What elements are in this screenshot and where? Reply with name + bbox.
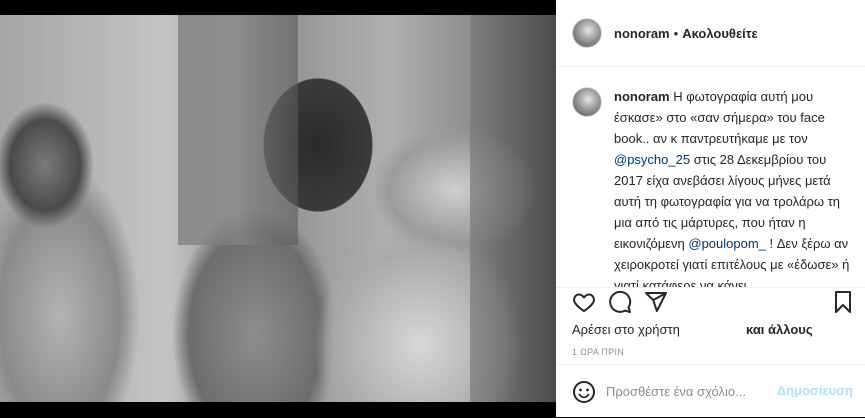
post-comment-button[interactable]: Δημοσίευση bbox=[777, 383, 853, 398]
following-button[interactable]: Ακολουθείτε bbox=[682, 26, 758, 41]
caption-avatar[interactable] bbox=[572, 87, 602, 117]
avatar[interactable] bbox=[572, 18, 602, 48]
photo-background-door bbox=[178, 15, 298, 245]
comment-icon[interactable] bbox=[608, 290, 632, 314]
share-icon[interactable] bbox=[644, 290, 668, 314]
emoji-icon[interactable] bbox=[572, 380, 596, 404]
caption-text: nonoram Η φωτογραφία αυτή μου έσκασε» στ… bbox=[614, 86, 850, 287]
mention-link[interactable]: @psycho_25 bbox=[614, 152, 690, 167]
post-header: nonoram • Ακολουθείτε bbox=[556, 0, 865, 67]
likes-others[interactable]: και άλλους bbox=[746, 322, 813, 337]
photo-bottom-bar bbox=[0, 402, 556, 417]
comment-input[interactable] bbox=[606, 381, 786, 401]
caption-area: nonoram Η φωτογραφία αυτή μου έσκασε» στ… bbox=[556, 67, 865, 287]
likes-prefix[interactable]: Αρέσει στο χρήστη bbox=[572, 322, 680, 337]
likes-line: Αρέσει στο χρήστη και άλλους bbox=[572, 322, 852, 337]
action-bar bbox=[556, 288, 865, 318]
post-photo[interactable] bbox=[0, 15, 556, 402]
caption-username[interactable]: nonoram bbox=[614, 89, 670, 104]
photo-background-right bbox=[470, 15, 556, 402]
comment-bar: Δημοσίευση bbox=[556, 364, 865, 418]
bookmark-icon[interactable] bbox=[831, 290, 855, 314]
photo-pane bbox=[0, 0, 556, 417]
mention-link[interactable]: @poulopom_ bbox=[688, 236, 766, 251]
post-timestamp[interactable]: 1 ΩΡΑ ΠΡΙΝ bbox=[572, 347, 624, 357]
heart-icon[interactable] bbox=[572, 290, 596, 314]
post-sidebar: nonoram • Ακολουθείτε nonoram Η φωτογραφ… bbox=[556, 0, 865, 417]
header-username[interactable]: nonoram bbox=[614, 26, 670, 41]
separator-dot: • bbox=[673, 25, 679, 41]
